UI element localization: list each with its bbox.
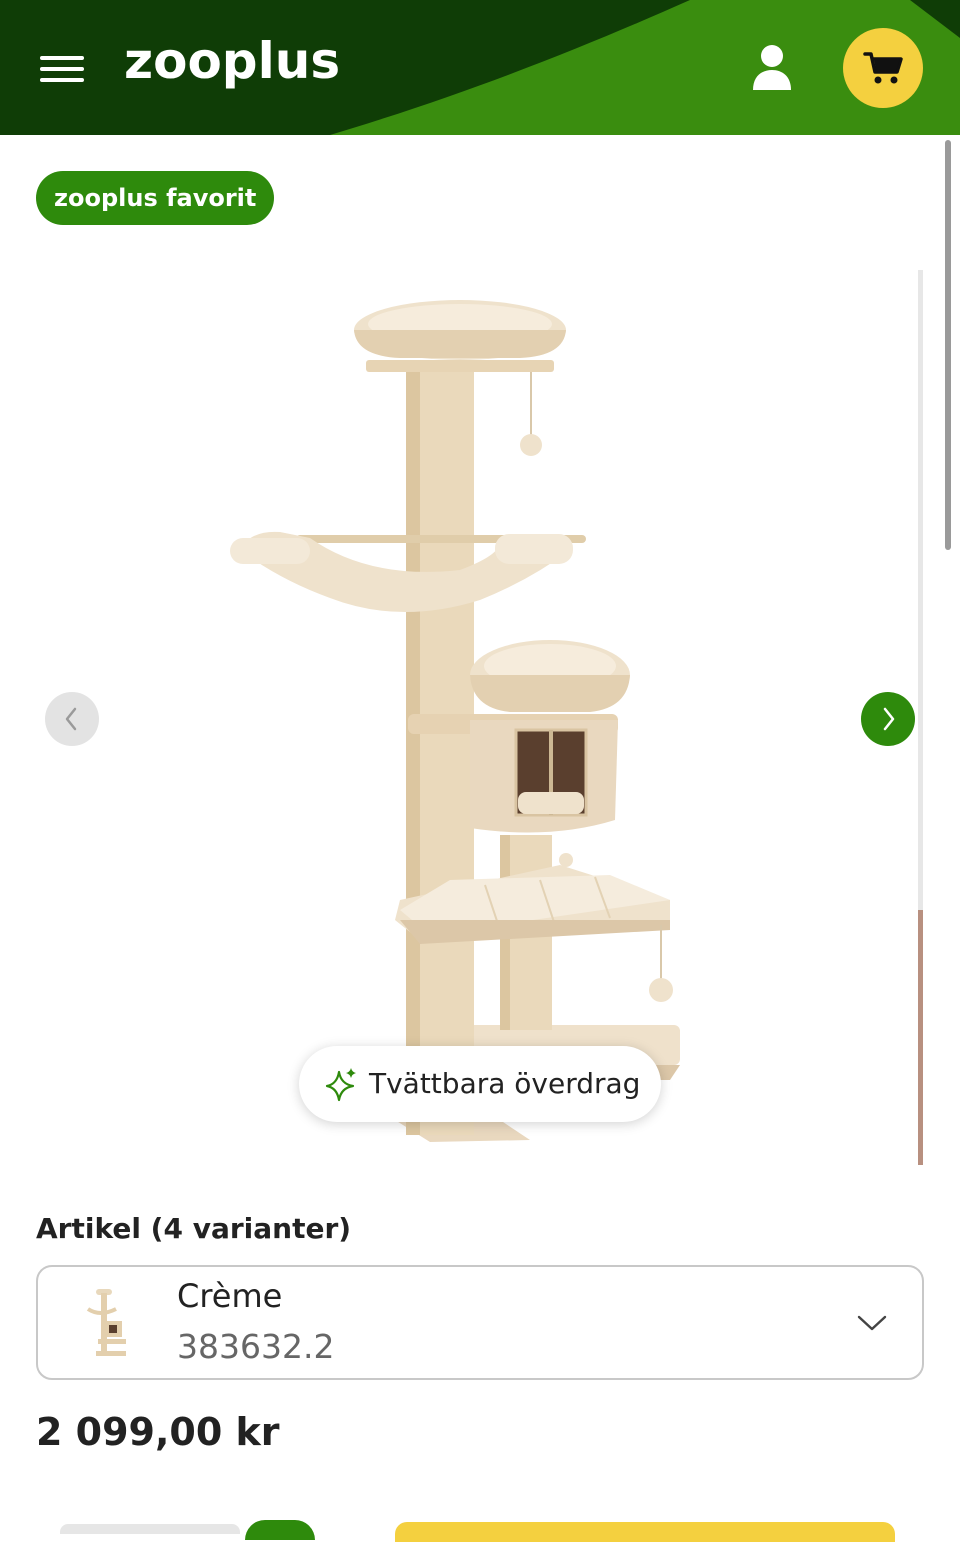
add-to-favorites-button[interactable] [245, 1520, 315, 1540]
zooplus-logo[interactable]: zooplus [124, 32, 340, 90]
feature-chip: Tvättbara överdrag [299, 1046, 661, 1122]
user-icon[interactable] [748, 42, 796, 94]
product-image[interactable] [200, 280, 720, 1160]
page-scrollbar[interactable] [945, 140, 951, 550]
variant-sku: 383632.2 [177, 1327, 335, 1366]
hamburger-menu-icon[interactable] [36, 50, 88, 88]
chevron-left-icon [65, 707, 77, 731]
favorite-badge: zooplus favorit [36, 171, 275, 225]
gallery-scroll-thumb[interactable] [918, 910, 923, 1165]
sparkle-icon [325, 1068, 356, 1102]
site-header: zooplus [0, 0, 960, 135]
variant-dropdown[interactable]: Crème 383632.2 [36, 1265, 924, 1380]
variant-name: Crème [177, 1277, 283, 1315]
gallery-next-button[interactable] [861, 692, 915, 746]
variant-heading: Artikel (4 varianter) [36, 1212, 352, 1245]
add-to-cart-button[interactable] [395, 1522, 895, 1542]
chevron-down-icon [857, 1315, 887, 1331]
gallery-prev-button[interactable] [45, 692, 99, 746]
shopping-cart-icon[interactable] [843, 28, 923, 108]
feature-chip-label: Tvättbara överdrag [369, 1067, 641, 1100]
variant-thumbnail [86, 1289, 126, 1356]
product-price: 2 099,00 kr [36, 1410, 280, 1454]
quantity-control[interactable] [60, 1524, 240, 1534]
chevron-right-icon [883, 707, 895, 731]
